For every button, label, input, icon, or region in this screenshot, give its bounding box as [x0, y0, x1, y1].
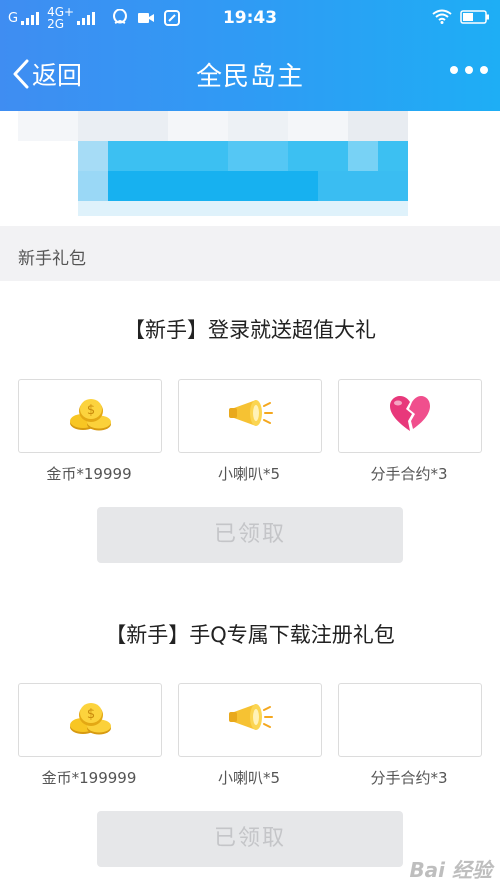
reward-item-label: 金币*19999 — [46, 465, 132, 483]
reward-item-card — [178, 683, 322, 757]
wifi-icon — [432, 9, 452, 28]
gold-coins-icon: $ — [67, 396, 113, 436]
reward-item-label: 金币*199999 — [41, 769, 137, 787]
section-label: 新手礼包 — [18, 249, 86, 269]
app-header: G 4G+ 2G 19:43 返回 全民岛主 — [0, 0, 500, 111]
reward-item-label: 分手合约*3 — [370, 769, 448, 787]
megaphone-icon — [226, 700, 274, 740]
reward-item-card: $ — [18, 683, 162, 757]
reward-item-label: 小喇叭*5 — [217, 465, 281, 483]
page-title: 全民岛主 — [195, 62, 304, 92]
reward-item-card: $ — [18, 379, 162, 453]
reward-item-card — [178, 379, 322, 453]
reward-item-label: 小喇叭*5 — [217, 769, 281, 787]
gold-coins-icon: $ — [67, 700, 113, 740]
megaphone-icon — [226, 396, 274, 436]
section-header: 新手礼包 — [0, 226, 500, 281]
pack-title: 【新手】手Q专属下载注册礼包 — [105, 623, 395, 647]
reward-item-card — [338, 379, 482, 453]
watermark: Bai 经验 — [409, 858, 492, 882]
pack-title: 【新手】登录就送超值大礼 — [124, 318, 376, 342]
reward-item-label: 分手合约*3 — [370, 465, 448, 483]
claimed-button[interactable]: 已领取 — [97, 507, 403, 563]
reward-item-card — [338, 683, 482, 757]
svg-text:$: $ — [87, 707, 95, 722]
nav-bar: 返回 全民岛主 — [0, 36, 500, 111]
broken-heart-icon — [388, 395, 432, 437]
battery-icon — [460, 9, 490, 28]
claimed-button[interactable]: 已领取 — [97, 811, 403, 867]
more-options-button[interactable] — [450, 66, 488, 74]
blurred-banner — [18, 111, 408, 216]
svg-text:$: $ — [87, 403, 95, 418]
status-time: 19:43 — [222, 8, 278, 28]
status-bar: G 4G+ 2G 19:43 — [0, 0, 500, 36]
